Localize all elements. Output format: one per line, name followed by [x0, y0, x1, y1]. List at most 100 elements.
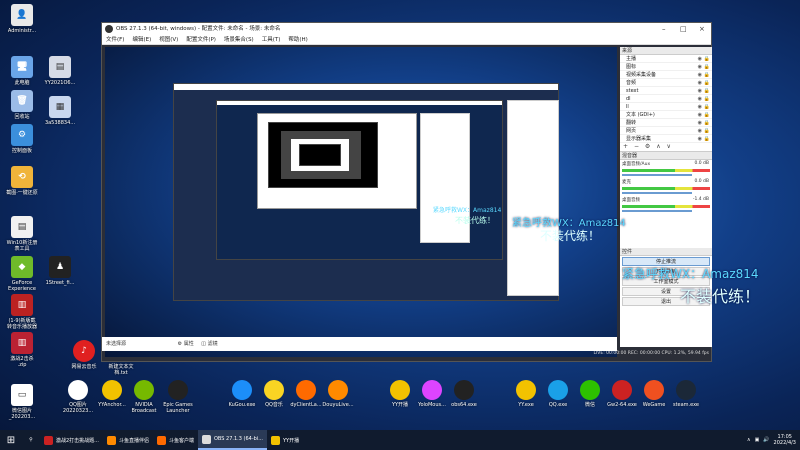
- visibility-icon[interactable]: ◉: [698, 71, 702, 79]
- watermark-line1: 紧急呼救WX：Amaz814: [622, 267, 759, 281]
- visibility-icon[interactable]: ◉: [698, 119, 702, 127]
- visibility-icon[interactable]: ◉: [698, 63, 702, 71]
- visibility-icon[interactable]: ◉: [698, 87, 702, 95]
- desktop-icon[interactable]: ▤ Win10新注册 表工具: [2, 216, 42, 252]
- obs-titlebar[interactable]: OBS 27.1.3 (64-bit, windows) - 配置文件: 未命名…: [102, 23, 711, 35]
- tray-up-icon[interactable]: ∧: [747, 437, 751, 443]
- taskbar-app[interactable]: YY开播: [267, 430, 303, 450]
- desktop-icon[interactable]: ⟲ 截图·一键还原: [2, 166, 42, 196]
- menu-item[interactable]: 工具(T): [262, 37, 281, 43]
- menu-item[interactable]: 帮助(H): [288, 37, 307, 43]
- source-label: 翻转: [626, 120, 637, 126]
- menu-item[interactable]: 编辑(E): [132, 37, 151, 43]
- desktop-icon[interactable]: Epic Games Launcher: [158, 380, 198, 414]
- lock-icon[interactable]: 🔒: [704, 135, 710, 143]
- remove-source-icon[interactable]: −: [634, 143, 639, 150]
- source-label: 显示器采集: [626, 136, 652, 142]
- source-item[interactable]: ll ◉ 🔒: [620, 103, 712, 111]
- lock-icon[interactable]: 🔒: [704, 95, 710, 103]
- source-settings-icon[interactable]: ⚙: [645, 143, 650, 150]
- source-item[interactable]: 图标 ◉ 🔒: [620, 63, 712, 71]
- properties-button[interactable]: ⚙ 属性: [178, 341, 194, 347]
- visibility-icon[interactable]: ◉: [698, 95, 702, 103]
- source-item[interactable]: 显示器采集 ◉ 🔒: [620, 135, 712, 143]
- desktop-icon[interactable]: steam.exe: [666, 380, 706, 408]
- desktop-icon[interactable]: ▤ YY2021O6...: [40, 56, 80, 86]
- visibility-icon[interactable]: ◉: [698, 135, 702, 143]
- maximize-icon[interactable]: □: [680, 23, 687, 35]
- desktop-icon[interactable]: 👤 Administr...: [2, 4, 42, 34]
- app-icon: [516, 380, 536, 400]
- volume-slider[interactable]: [622, 210, 693, 212]
- source-label: 视频采集设备: [626, 72, 657, 78]
- add-source-icon[interactable]: +: [623, 143, 628, 150]
- mixer-channel[interactable]: 桌面音频/Aux 0.0 dB: [620, 160, 712, 178]
- lock-icon[interactable]: 🔒: [704, 63, 710, 71]
- source-item[interactable]: 视频采集设备 ◉ 🔒: [620, 71, 712, 79]
- desktop-icon[interactable]: ♟ 1Street_fi...: [40, 256, 80, 286]
- mixer-channel-name: 麦克: [622, 180, 631, 185]
- taskbar-app[interactable]: 斗鱼客户端: [153, 430, 198, 450]
- lock-icon[interactable]: 🔒: [704, 71, 710, 79]
- app-icon: [201, 434, 211, 444]
- lock-icon[interactable]: 🔒: [704, 55, 710, 63]
- sources-list[interactable]: 主播 ◉ 🔒 图标 ◉ 🔒 视频采集设备 ◉ 🔒 音频 ◉ 🔒 stext ◉ 🔒 dl ◉ 🔒 ll ◉ 🔒 文本 (G…: [620, 55, 712, 143]
- volume-slider[interactable]: [622, 174, 693, 176]
- desktop-icon[interactable]: ▦ 3a538834...: [40, 96, 80, 126]
- app-icon: ▥: [11, 332, 33, 354]
- source-item[interactable]: dl ◉ 🔒: [620, 95, 712, 103]
- source-down-icon[interactable]: ∨: [667, 143, 671, 150]
- mixer-channel[interactable]: 桌面音频 -1.4 dB: [620, 196, 712, 214]
- desktop-icon[interactable]: 🖥 此电脑: [2, 56, 42, 86]
- desktop-icon[interactable]: obs64.exe: [444, 380, 484, 408]
- lock-icon[interactable]: 🔒: [704, 127, 710, 135]
- menu-item[interactable]: 视图(V): [159, 37, 178, 43]
- desktop-icon-label: DouyuLive...: [322, 402, 354, 408]
- desktop-icon[interactable]: ▥ 激战2击杀 .zip: [2, 332, 42, 368]
- desktop-icon[interactable]: 🗑 回收站: [2, 90, 42, 120]
- visibility-icon[interactable]: ◉: [698, 111, 702, 119]
- desktop-icon[interactable]: ◆ GeForce Experience: [2, 256, 42, 292]
- desktop-icon[interactable]: ▥ (1-9)新版截 转音乐播放器: [2, 294, 42, 330]
- source-item[interactable]: 音频 ◉ 🔒: [620, 79, 712, 87]
- source-item[interactable]: 翻转 ◉ 🔒: [620, 119, 712, 127]
- desktop-icon[interactable]: ⚙ 控制面板: [2, 124, 42, 154]
- visibility-icon[interactable]: ◉: [698, 55, 702, 63]
- lock-icon[interactable]: 🔒: [704, 119, 710, 127]
- lock-icon[interactable]: 🔒: [704, 103, 710, 111]
- source-up-icon[interactable]: ∧: [656, 143, 660, 150]
- lock-icon[interactable]: 🔒: [704, 79, 710, 87]
- lock-icon[interactable]: 🔒: [704, 111, 710, 119]
- close-icon[interactable]: ×: [699, 23, 705, 35]
- minimize-icon[interactable]: –: [662, 23, 666, 35]
- visibility-icon[interactable]: ◉: [698, 127, 702, 135]
- start-button[interactable]: ⊞: [0, 430, 22, 450]
- lock-icon[interactable]: 🔒: [704, 87, 710, 95]
- filters-button[interactable]: ◫ 滤镜: [201, 341, 217, 347]
- desktop-icon[interactable]: DouyuLive...: [318, 380, 358, 408]
- menu-item[interactable]: 配置文件(P): [186, 37, 216, 43]
- desktop-icon[interactable]: ▭ 微信图片 _202203...: [2, 384, 42, 420]
- search-button[interactable]: ⚲: [22, 430, 40, 450]
- obs-window[interactable]: OBS 27.1.3 (64-bit, windows) - 配置文件: 未命名…: [101, 22, 712, 362]
- source-item[interactable]: stext ◉ 🔒: [620, 87, 712, 95]
- menu-item[interactable]: 场景集合(S): [224, 37, 254, 43]
- clock[interactable]: 17:05 2022/4/3: [774, 434, 796, 446]
- taskbar-app[interactable]: 激战2打击挑战题...: [40, 430, 103, 450]
- taskbar-app[interactable]: OBS 27.1.3 (64-bi...: [197, 430, 267, 450]
- menu-item[interactable]: 文件(F): [106, 37, 124, 43]
- volume-slider[interactable]: [622, 192, 693, 194]
- desktop-icon-netease[interactable]: ♪ 网易云音乐: [64, 340, 104, 370]
- source-label: dl: [626, 96, 631, 102]
- network-icon[interactable]: ▣: [755, 437, 760, 443]
- source-item[interactable]: 网页 ◉ 🔒: [620, 127, 712, 135]
- source-item[interactable]: 主播 ◉ 🔒: [620, 55, 712, 63]
- taskbar-app[interactable]: 斗鱼直播伴侣: [103, 430, 153, 450]
- source-item[interactable]: 文本 (GDI+) ◉ 🔒: [620, 111, 712, 119]
- obs-preview[interactable]: 紧急呼救WX：Amaz814 不装代练！: [105, 47, 617, 357]
- volume-icon[interactable]: 🔊: [763, 437, 769, 443]
- mixer-channel[interactable]: 麦克 0.0 dB: [620, 178, 712, 196]
- visibility-icon[interactable]: ◉: [698, 79, 702, 87]
- visibility-icon[interactable]: ◉: [698, 103, 702, 111]
- mixer-list[interactable]: 桌面音频/Aux 0.0 dB 麦克 0.0 dB 桌面音频 -1.4 dB: [620, 160, 712, 214]
